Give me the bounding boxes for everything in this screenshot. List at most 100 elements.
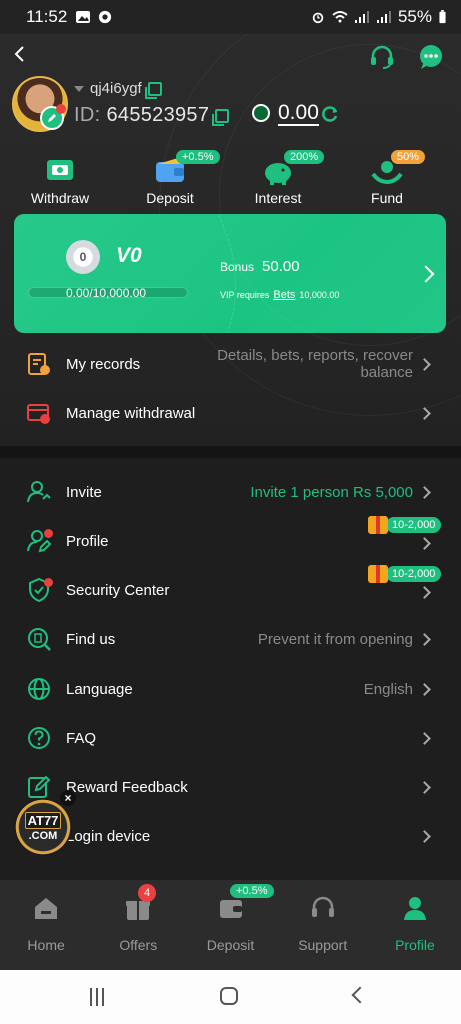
user-icon: [403, 897, 426, 920]
copy-username-icon[interactable]: [144, 81, 162, 99]
username: qj4i6ygf: [90, 80, 142, 97]
close-icon[interactable]: ×: [60, 790, 76, 806]
user-id-row: ID: 645523957: [74, 104, 230, 127]
chevron-right-icon: [418, 586, 431, 599]
battery-icon: [439, 10, 446, 24]
vip-requires-label: VIP requires: [220, 290, 270, 300]
chevron-down-icon: [74, 85, 84, 92]
invite-user-icon: [27, 481, 51, 503]
invite-label: Invite: [66, 483, 102, 501]
gallery-icon: [76, 11, 91, 23]
status-bar: 11:52 55%: [0, 0, 461, 34]
chevron-right-icon: [418, 485, 431, 499]
profile-header: qj4i6ygf ID: 645523957 0.00 Withdraw +0.…: [0, 34, 461, 446]
language-value: English: [363, 680, 413, 698]
home-icon: [35, 898, 58, 919]
login-device-label: Login device: [66, 827, 151, 845]
fund-label: Fund: [371, 190, 403, 206]
promo-line-2: .COM: [28, 830, 58, 842]
alarm-icon: [312, 12, 324, 24]
search-building-icon: [28, 628, 51, 651]
back-arrow-icon[interactable]: [10, 44, 30, 64]
my-records-description: Details, bets, reports, recover balance: [217, 347, 413, 381]
security-alert-dot: [44, 578, 53, 587]
vip-bonus-value: 50.00: [262, 258, 300, 275]
nav-profile-label: Profile: [395, 937, 435, 953]
chevron-right-icon: [418, 537, 431, 550]
vip-bets-link[interactable]: Bets: [273, 289, 295, 301]
find-us-row[interactable]: Find us Prevent it from opening: [0, 615, 461, 663]
manage-withdrawal-label: Manage withdrawal: [66, 404, 196, 422]
chat-icon[interactable]: [417, 44, 445, 70]
withdraw-icon: [42, 154, 78, 186]
globe-icon: [28, 678, 50, 700]
chevron-right-icon: [418, 780, 431, 794]
chevron-right-icon: [418, 829, 431, 843]
nav-home[interactable]: Home: [0, 880, 92, 970]
deposit-bonus-nav-badge: +0.5%: [230, 884, 274, 898]
headset-icon[interactable]: [368, 44, 396, 70]
bottom-nav: Home Offers Deposit Support Profile 4 +0…: [0, 880, 461, 970]
vip-requirement: VIP requires Bets 10,000.00: [220, 289, 339, 301]
nav-deposit-label: Deposit: [206, 937, 255, 953]
status-time: 11:52: [26, 7, 68, 26]
signal-2-icon: [376, 11, 391, 23]
my-records-row[interactable]: My records Details, bets, reports, recov…: [0, 340, 461, 388]
avatar-alert-dot: [56, 104, 66, 114]
quick-actions: Withdraw +0.5% Deposit 200% Interest 50%…: [0, 150, 461, 214]
vip-bonus: Bonus 50.00: [220, 258, 300, 275]
nav-support[interactable]: Support: [277, 880, 369, 970]
gift-icon: [368, 565, 388, 583]
system-back-icon[interactable]: [351, 986, 369, 1004]
nav-profile[interactable]: Profile: [369, 880, 461, 970]
profile-gift-amount: 10-2,000: [386, 517, 442, 533]
copy-id-icon[interactable]: [212, 108, 230, 126]
status-notification-icons: [75, 10, 113, 24]
vip-medal-number: 0: [79, 250, 87, 264]
recent-apps-icon[interactable]: [90, 988, 108, 1006]
deposit-action-button[interactable]: +0.5% Deposit: [125, 150, 220, 206]
gift-icon: [368, 516, 388, 534]
profile-gift-badge: 10-2,000: [368, 516, 442, 534]
username-row[interactable]: qj4i6ygf: [74, 80, 162, 99]
profile-alert-dot: [44, 529, 53, 538]
feedback-edit-icon: [28, 775, 51, 798]
refresh-icon[interactable]: [320, 104, 340, 124]
vip-bonus-label: Bonus: [220, 260, 255, 274]
wifi-icon: [332, 11, 348, 23]
question-circle-icon: [28, 727, 50, 749]
language-row[interactable]: Language English: [0, 665, 461, 713]
promo-line-1: AT77: [24, 812, 62, 829]
pakistan-flag-icon: [252, 104, 270, 122]
nav-home-label: Home: [27, 937, 65, 953]
chevron-right-icon: [418, 357, 431, 371]
reward-feedback-label: Reward Feedback: [66, 778, 188, 796]
profile-label: Profile: [66, 532, 109, 550]
fund-hands-icon: 50%: [369, 150, 426, 186]
vip-card[interactable]: 0 V0 0.00/10,000.00 Bonus 50.00 VIP requi…: [14, 214, 446, 333]
withdraw-label: Withdraw: [30, 190, 90, 206]
invite-row[interactable]: Invite Invite 1 person Rs 5,000: [0, 468, 461, 516]
id-label: ID:: [74, 104, 101, 126]
system-nav-bar: [0, 970, 461, 1024]
withdraw-button[interactable]: Withdraw: [15, 154, 105, 206]
security-gift-amount: 10-2,000: [386, 566, 442, 582]
chevron-right-icon: [418, 632, 431, 646]
interest-label: Interest: [254, 190, 302, 206]
my-records-label: My records: [66, 355, 141, 373]
fund-button[interactable]: 50% Fund: [342, 150, 432, 206]
chevron-right-icon: [418, 731, 431, 745]
interest-button[interactable]: 200% Interest: [233, 150, 325, 206]
home-button-icon[interactable]: [220, 987, 238, 1005]
at77-promo-badge[interactable]: AT77 .COM: [14, 798, 72, 856]
find-us-label: Find us: [66, 630, 116, 648]
faq-row[interactable]: FAQ: [0, 714, 461, 762]
find-us-hint: Prevent it from opening: [257, 630, 413, 648]
chevron-right-icon: [418, 682, 431, 696]
chevron-right-icon: [417, 265, 435, 283]
records-icon: [28, 353, 50, 375]
chrome-icon: [99, 10, 112, 24]
wallet-icon: [219, 900, 242, 918]
manage-withdrawal-row[interactable]: Manage withdrawal: [0, 389, 461, 437]
section-divider: [0, 446, 461, 458]
